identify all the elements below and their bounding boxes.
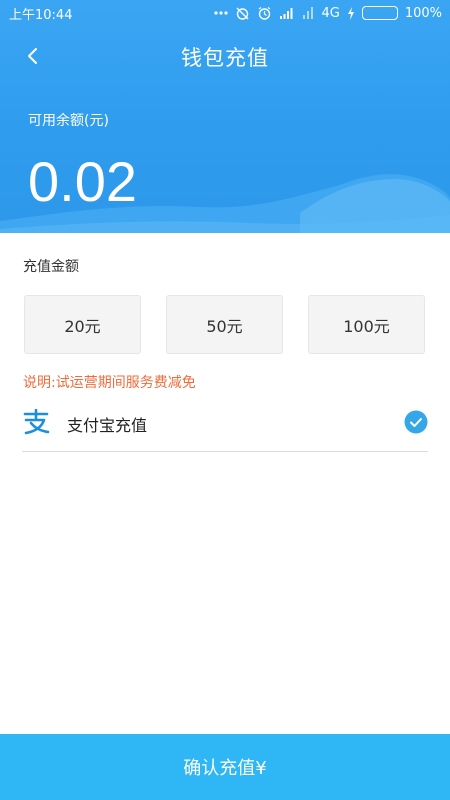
battery-percent: 100% — [404, 5, 442, 21]
alarm-icon — [257, 6, 272, 21]
alipay-icon — [22, 408, 50, 439]
alarm-off-icon — [235, 6, 250, 21]
check-icon[interactable] — [404, 410, 428, 438]
service-fee-note: 说明:试运营期间服务费减免 — [23, 375, 196, 391]
status-time: 上午10:44 — [9, 7, 73, 23]
recharge-amount-title: 充值金额 — [23, 259, 79, 275]
balance-value: 0.02 — [28, 150, 137, 213]
charging-icon — [347, 6, 355, 20]
amount-option-50[interactable]: 50元 — [166, 295, 283, 354]
payment-method-label: 支付宝充值 — [67, 416, 148, 435]
signal-icon — [302, 6, 314, 20]
confirm-recharge-button[interactable]: 确认充值¥ — [0, 734, 450, 800]
amount-option-100[interactable]: 100元 — [308, 295, 425, 354]
nav-bar: 钱包充值 — [0, 30, 450, 84]
wallet-header-banner: 上午10:44 4G 100% 钱包充值 可用余额(元) 0.02 — [0, 0, 450, 233]
page-title: 钱包充值 — [181, 46, 269, 70]
hd-signal-icon — [279, 6, 295, 20]
network-type: 4G — [321, 5, 340, 21]
battery-icon — [361, 6, 398, 20]
amount-option-20[interactable]: 20元 — [24, 295, 141, 354]
status-bar: 上午10:44 4G 100% — [0, 0, 450, 26]
dots-icon — [214, 10, 229, 16]
balance-label: 可用余额(元) — [28, 113, 109, 129]
status-icons: 4G 100% — [214, 6, 442, 21]
alipay-payment-option[interactable]: 支付宝充值 — [22, 402, 428, 452]
amount-options: 20元 50元 100元 — [24, 295, 426, 354]
